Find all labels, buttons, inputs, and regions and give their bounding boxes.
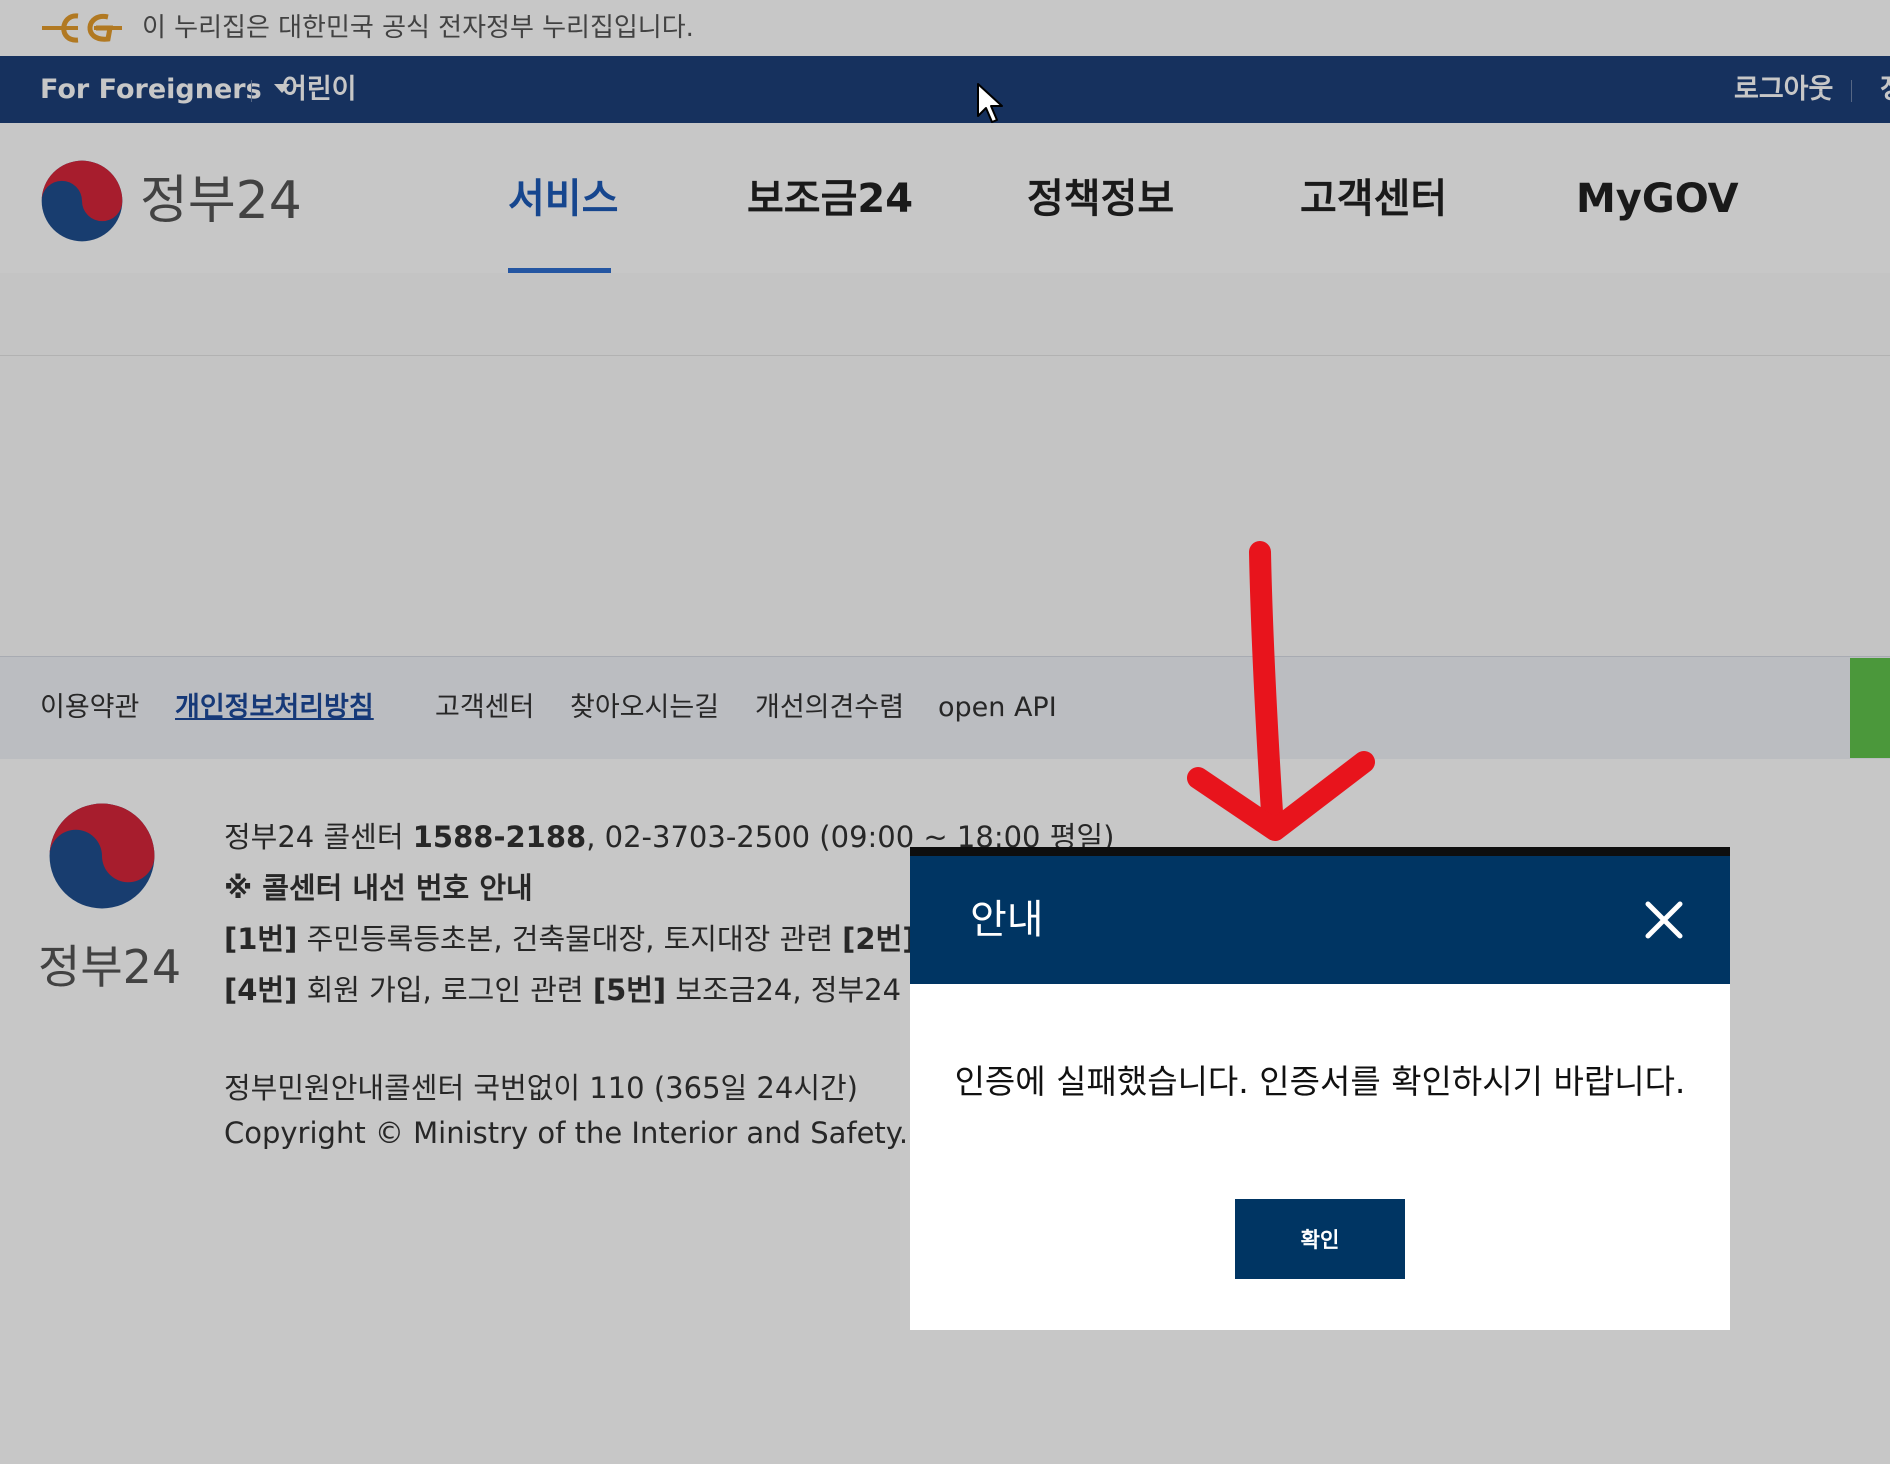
modal-header: 안내: [910, 856, 1730, 984]
modal-title: 안내: [970, 897, 1044, 943]
page: 이 누리집은 대한민국 공식 전자정부 누리집입니다. For Foreigne…: [0, 0, 1890, 1464]
confirm-button[interactable]: 확인: [1235, 1199, 1405, 1279]
alert-modal: 안내 인증에 실패했습니다. 인증서를 확인하시기 바랍니다. 확인: [910, 847, 1730, 1330]
close-icon[interactable]: [1638, 894, 1690, 946]
modal-message: 인증에 실패했습니다. 인증서를 확인하시기 바랍니다.: [954, 1062, 1686, 1101]
mouse-cursor-icon: [977, 83, 1003, 123]
